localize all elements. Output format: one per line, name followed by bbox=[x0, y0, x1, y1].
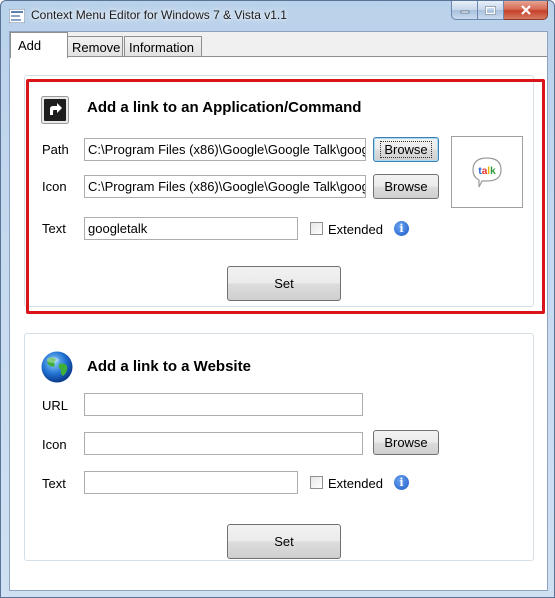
close-icon bbox=[520, 5, 531, 15]
app-set-label: Set bbox=[274, 276, 294, 291]
text-label: Text bbox=[42, 221, 66, 236]
close-button[interactable] bbox=[504, 1, 548, 20]
icon-input[interactable]: C:\Program Files (x86)\Google\Google Tal… bbox=[84, 175, 366, 198]
tab-strip: Add Remove Information bbox=[10, 32, 547, 58]
web-link-group: Add a link to a Website URL Icon Browse … bbox=[24, 333, 534, 561]
maximize-icon bbox=[485, 5, 496, 15]
tab-add-label: Add bbox=[18, 38, 42, 53]
minimize-button[interactable] bbox=[451, 1, 478, 20]
tab-remove[interactable]: Remove bbox=[67, 36, 123, 57]
path-browse-label: Browse bbox=[380, 141, 432, 158]
extended-checkbox[interactable] bbox=[310, 222, 323, 235]
url-input[interactable] bbox=[84, 393, 363, 416]
tab-remove-label: Remove bbox=[72, 39, 121, 55]
icon-browse-label: Browse bbox=[384, 179, 428, 194]
text-input[interactable]: googletalk bbox=[84, 217, 298, 240]
title-bar[interactable]: Context Menu Editor for Windows 7 & Vist… bbox=[1, 1, 554, 31]
web-extended-checkbox[interactable] bbox=[310, 476, 323, 489]
shortcut-icon bbox=[41, 96, 69, 124]
web-info-icon[interactable]: i bbox=[394, 475, 409, 490]
path-browse-button[interactable]: Browse bbox=[373, 137, 439, 162]
web-text-label: Text bbox=[42, 476, 66, 491]
app-set-button[interactable]: Set bbox=[227, 266, 341, 301]
app-heading: Add a link to an Application/Command bbox=[87, 99, 362, 116]
app-window: Context Menu Editor for Windows 7 & Vist… bbox=[0, 0, 555, 598]
path-input[interactable]: C:\Program Files (x86)\Google\Google Tal… bbox=[84, 138, 366, 161]
icon-browse-button[interactable]: Browse bbox=[373, 174, 439, 199]
minimize-icon bbox=[460, 10, 469, 14]
web-extended-label: Extended bbox=[328, 476, 383, 491]
web-set-label: Set bbox=[274, 534, 294, 549]
web-icon-browse-label: Browse bbox=[384, 435, 428, 450]
icon-preview: talk bbox=[451, 136, 523, 208]
web-icon-input[interactable] bbox=[84, 432, 363, 455]
app-icon bbox=[9, 9, 25, 23]
web-set-button[interactable]: Set bbox=[227, 524, 341, 559]
talk-logo-text: talk bbox=[478, 166, 496, 177]
globe-icon bbox=[41, 351, 73, 383]
web-icon-browse-button[interactable]: Browse bbox=[373, 430, 439, 455]
app-link-group: Add a link to an Application/Command Pat… bbox=[24, 75, 534, 307]
tab-add[interactable]: Add bbox=[10, 32, 68, 58]
tab-page-add: Add a link to an Application/Command Pat… bbox=[10, 56, 547, 590]
path-label: Path bbox=[42, 142, 69, 157]
maximize-button[interactable] bbox=[478, 1, 504, 20]
client-area: Add Remove Information Add a link to an … bbox=[9, 31, 548, 591]
google-talk-icon: talk bbox=[472, 157, 502, 188]
web-icon-label: Icon bbox=[42, 437, 67, 452]
info-icon[interactable]: i bbox=[394, 221, 409, 236]
web-heading: Add a link to a Website bbox=[87, 358, 251, 375]
tab-information-label: Information bbox=[129, 39, 195, 55]
url-label: URL bbox=[42, 398, 69, 413]
web-text-input[interactable] bbox=[84, 471, 298, 494]
icon-label: Icon bbox=[42, 179, 67, 194]
extended-label: Extended bbox=[328, 222, 383, 237]
tab-information[interactable]: Information bbox=[124, 36, 202, 57]
window-title: Context Menu Editor for Windows 7 & Vist… bbox=[31, 8, 287, 22]
window-controls bbox=[451, 1, 548, 20]
